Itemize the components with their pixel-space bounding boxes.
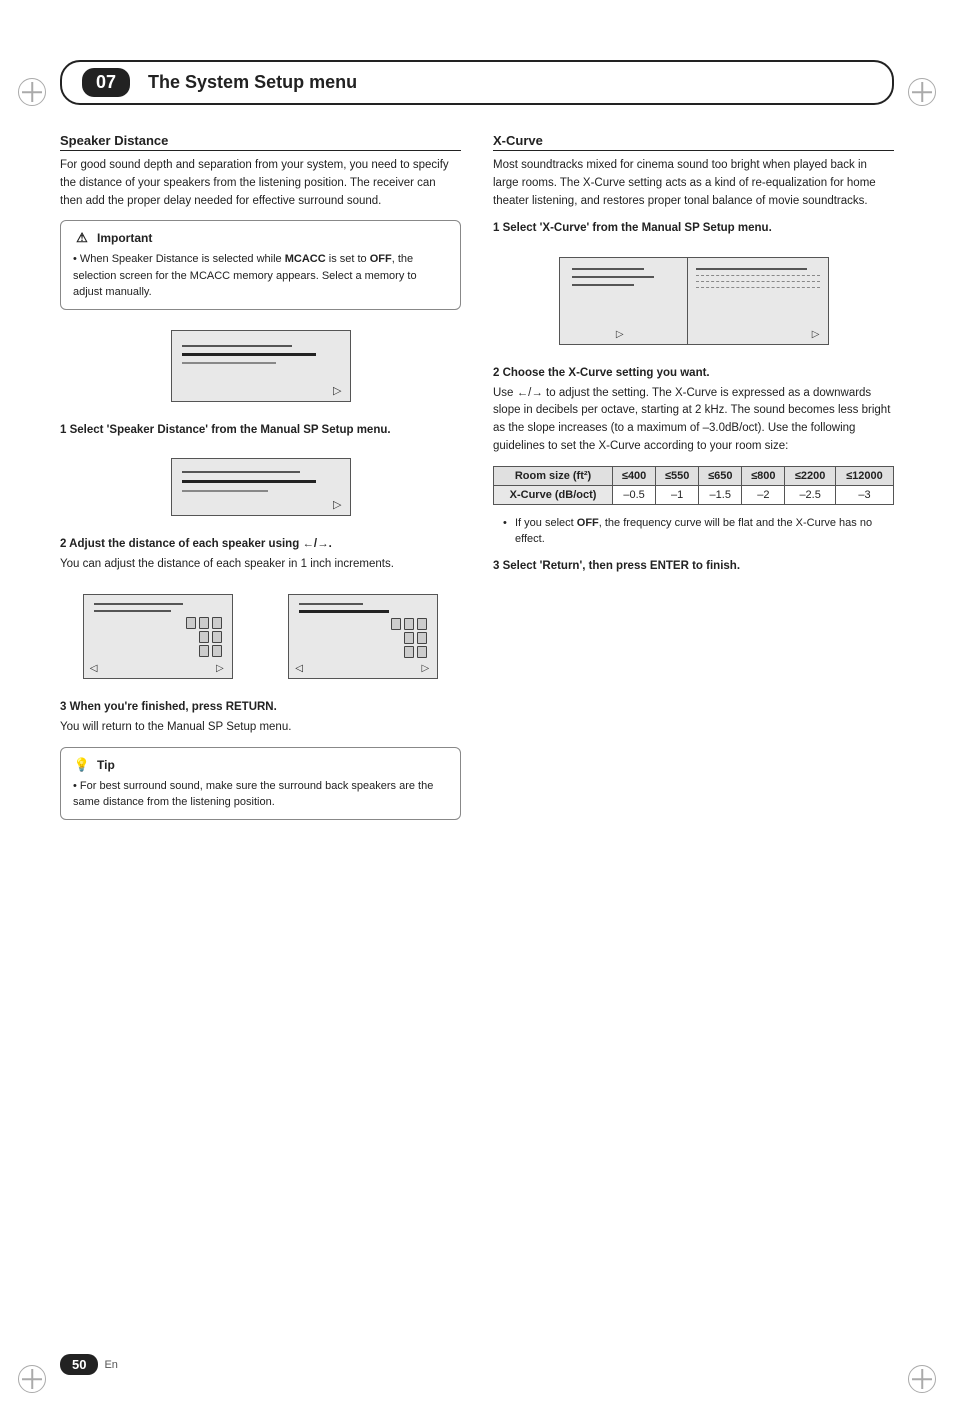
table-val-3: –1.5 (699, 485, 742, 504)
xcurve-table: Room size (ft²) ≤400 ≤550 ≤650 ≤800 ≤220… (493, 466, 894, 505)
table-row-label: X-Curve (dB/oct) (494, 485, 613, 504)
xcurve-bullet: If you select OFF, the frequency curve w… (503, 515, 894, 548)
page-number: 50 (60, 1354, 98, 1375)
page-footer: 50 En (60, 1354, 118, 1375)
step3-text-left: You will return to the Manual SP Setup m… (60, 719, 461, 737)
corner-mark-tr (908, 78, 936, 106)
screen-arrow2: ▷ (333, 498, 341, 511)
table-val-6: –3 (835, 485, 893, 504)
tip-title: 💡 Tip (73, 756, 448, 774)
tip-text: • For best surround sound, make sure the… (73, 778, 448, 811)
corner-mark-tl (18, 78, 46, 106)
step3-label-left: 3 When you're finished, press RETURN. (60, 699, 461, 715)
table-header-400: ≤400 (613, 466, 656, 485)
step1-label-left: 1 Select 'Speaker Distance' from the Man… (60, 422, 461, 438)
step2-text-right: Use ←/→ to adjust the setting. The X-Cur… (493, 385, 894, 456)
page-header: 07 The System Setup menu (60, 60, 894, 105)
step2-label-right: 2 Choose the X-Curve setting you want. (493, 365, 894, 381)
chapter-number: 07 (82, 68, 130, 97)
step2-label-left: 2 Adjust the distance of each speaker us… (60, 536, 461, 552)
table-header-2200: ≤2200 (785, 466, 836, 485)
step2-text-left: You can adjust the distance of each spea… (60, 556, 461, 574)
speaker-distance-title: Speaker Distance (60, 133, 461, 151)
screen-mockup-sp-distance: ▷ (60, 448, 461, 526)
page-title: The System Setup menu (148, 72, 357, 93)
screen-arrow: ▷ (333, 384, 341, 397)
important-icon: ⚠ (73, 229, 91, 247)
speaker-distance-intro: For good sound depth and separation from… (60, 157, 461, 210)
screen-mockup-mcacc: ▷ (60, 320, 461, 412)
step1-label-right: 1 Select 'X-Curve' from the Manual SP Se… (493, 220, 894, 236)
table-header-650: ≤650 (699, 466, 742, 485)
step3-label-right: 3 Select 'Return', then press ENTER to f… (493, 558, 894, 574)
important-title: ⚠ Important (73, 229, 448, 247)
table-header-550: ≤550 (656, 466, 699, 485)
left-column: Speaker Distance For good sound depth an… (60, 133, 461, 830)
table-val-2: –1 (656, 485, 699, 504)
table-header-12000: ≤12000 (835, 466, 893, 485)
table-val-5: –2.5 (785, 485, 836, 504)
table-header-800: ≤800 (742, 466, 785, 485)
xcurve-title: X-Curve (493, 133, 894, 151)
table-val-4: –2 (742, 485, 785, 504)
xcurve-screen: ▷ ▷ (493, 247, 894, 355)
table-val-1: –0.5 (613, 485, 656, 504)
page-lang: En (104, 1359, 117, 1371)
tip-icon: 💡 (73, 756, 91, 774)
important-box: ⚠ Important • When Speaker Distance is s… (60, 220, 461, 310)
corner-mark-bl (18, 1365, 46, 1393)
content-area: Speaker Distance For good sound depth an… (60, 133, 894, 830)
tip-box: 💡 Tip • For best surround sound, make su… (60, 747, 461, 820)
right-column: X-Curve Most soundtracks mixed for cinem… (493, 133, 894, 830)
table-header-roomsize: Room size (ft²) (494, 466, 613, 485)
speaker-screens-pair: ◁ ▷ (60, 584, 461, 689)
important-text: • When Speaker Distance is selected whil… (73, 251, 448, 301)
xcurve-intro: Most soundtracks mixed for cinema sound … (493, 157, 894, 210)
corner-mark-br (908, 1365, 936, 1393)
